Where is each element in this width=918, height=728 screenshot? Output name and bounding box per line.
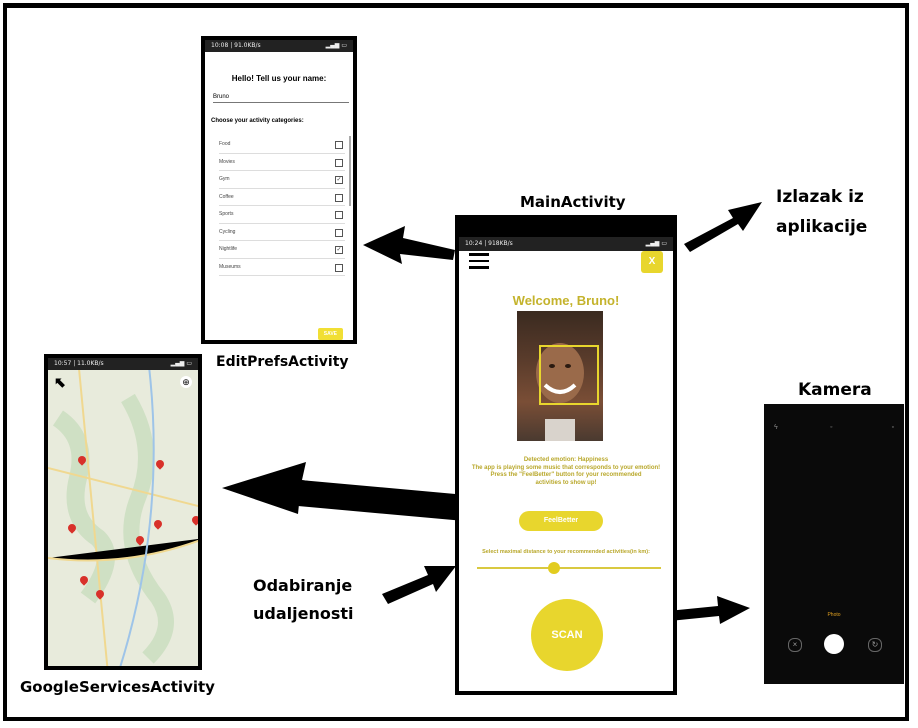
list-item[interactable]: Sports [219, 206, 345, 224]
settings-icon[interactable]: ▫ [892, 424, 894, 431]
welcome-title: Welcome, Bruno! [512, 293, 620, 308]
list-item[interactable]: Coffee [219, 189, 345, 206]
phone-top-bezel [459, 219, 673, 237]
category-checkbox[interactable]: ✓ [335, 246, 343, 254]
main-activity-label: MainActivity [520, 193, 626, 211]
map-view[interactable] [48, 358, 198, 666]
camera-preview-image [517, 311, 603, 441]
category-label: Sports [219, 211, 234, 217]
max-distance-label: Select maximal distance to your recommen… [482, 549, 650, 555]
status-time: 10:24 | 918KB/s [465, 240, 513, 247]
category-label: Food [219, 141, 231, 147]
category-checkbox[interactable] [335, 263, 343, 272]
name-field[interactable]: Bruno [213, 94, 349, 103]
scan-button[interactable]: SCAN [531, 599, 603, 671]
camera-phone: ϟ ◦ ▫ Photo × ↻ [764, 404, 904, 684]
categories-prompt: Choose your activity categories: [211, 118, 304, 124]
google-services-label: GoogleServicesActivity [20, 678, 215, 696]
distance-slider[interactable] [477, 562, 661, 574]
categories-list: Food Movies Gym ✓ Coffee Sports Cycling N… [219, 136, 345, 276]
status-time: 10:57 | 11.0KB/s [54, 360, 104, 367]
flash-icon[interactable]: ϟ [774, 424, 778, 431]
category-checkbox[interactable] [335, 158, 343, 167]
list-item[interactable]: Nightlife ✓ [219, 241, 345, 259]
list-item[interactable]: Movies [219, 154, 345, 171]
slider-knob[interactable] [548, 562, 561, 574]
status-bar: 10:08 | 91.0KB/s ▂▄▆ ▭ [205, 40, 353, 52]
map-terrain [48, 358, 198, 666]
scrollbar[interactable] [349, 136, 351, 206]
list-item[interactable]: Cycling [219, 224, 345, 241]
category-label: Cycling [219, 228, 236, 235]
save-button[interactable]: SAVE [317, 328, 343, 340]
camera-label: Kamera [798, 380, 872, 400]
shutter-button[interactable] [824, 634, 844, 654]
status-bar: 10:24 | 918KB/s ▂▄▆ ▭ [459, 237, 673, 251]
category-label: Museums [219, 263, 241, 270]
exit-label: Izlazak iz aplikacije [776, 187, 868, 237]
category-checkbox[interactable]: ✓ [335, 176, 343, 184]
category-label: Movies [219, 158, 235, 165]
cancel-icon[interactable]: × [788, 638, 802, 652]
map-phone: 10:57 | 11.0KB/s ▂▄▆ ▭ ⬉ ⊕ [44, 354, 202, 670]
status-bar: 10:57 | 11.0KB/s ▂▄▆ ▭ [48, 358, 198, 370]
list-item[interactable]: Food [219, 136, 345, 154]
exit-button[interactable]: X [641, 251, 663, 273]
feelbetter-button[interactable]: FeelBetter [519, 511, 603, 531]
signal-icon: ▂▄▆ ▭ [325, 42, 347, 49]
timer-icon[interactable]: ◦ [830, 424, 832, 431]
category-checkbox[interactable] [335, 228, 343, 237]
category-label: Coffee [219, 193, 234, 200]
camera-mode-label[interactable]: Photo [764, 612, 904, 618]
list-item[interactable]: Gym ✓ [219, 171, 345, 189]
edit-prefs-label: EditPrefsActivity [216, 354, 349, 370]
name-prompt: Hello! Tell us your name: [231, 74, 327, 83]
category-checkbox[interactable] [335, 193, 343, 202]
signal-icon: ▂▄▆ ▭ [170, 360, 192, 367]
status-time: 10:08 | 91.0KB/s [211, 42, 261, 49]
edit-prefs-phone: 10:08 | 91.0KB/s ▂▄▆ ▭ Hello! Tell us you… [201, 36, 357, 344]
menu-icon[interactable] [469, 253, 489, 273]
list-item[interactable]: Museums [219, 259, 345, 276]
category-label: Nightlife [219, 246, 238, 252]
signal-icon: ▂▄▆ ▭ [645, 240, 667, 247]
my-location-icon[interactable]: ⊕ [180, 376, 192, 388]
category-checkbox[interactable] [335, 141, 343, 149]
back-arrow-icon[interactable]: ⬉ [54, 374, 66, 391]
distance-label: Odabiranje udaljenosti [253, 576, 354, 623]
switch-camera-icon[interactable]: ↻ [868, 638, 882, 652]
face-detection-box [539, 345, 599, 405]
main-phone: 10:24 | 918KB/s ▂▄▆ ▭ X Welcome, Bruno! D… [455, 215, 677, 695]
category-checkbox[interactable] [335, 211, 343, 219]
emotion-text: Detected emotion: Happiness The app is p… [471, 457, 661, 486]
category-label: Gym [219, 176, 230, 182]
